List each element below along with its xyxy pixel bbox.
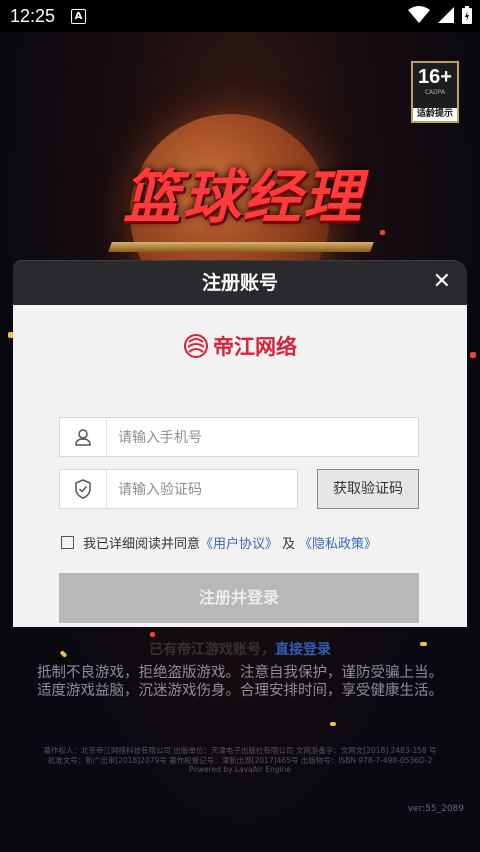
health-advice: 抵制不良游戏，拒绝盗版游戏。注意自我保护，谨防受骗上当。 适度游戏益脑，沉迷游戏… (0, 664, 480, 700)
dialog-body: 帝江网络 获取验证码 我已详细阅读并同意 (13, 305, 467, 658)
logo-underline (108, 242, 374, 252)
age-rating-badge: 16+ CADPA 适龄提示 (411, 61, 459, 123)
footer-line-3: Powered by LavaAir Engine (188, 765, 292, 774)
battery-icon (462, 6, 472, 24)
status-bar: 12:25 A (0, 0, 480, 32)
shield-icon (60, 470, 107, 508)
copyright-footer: 著作权人：北京帝江网络科技有限公司 出版单位：天津电子出版社有限公司 文网游备字… (0, 746, 480, 775)
wifi-icon (408, 6, 430, 23)
register-login-button[interactable]: 注册并登录 (59, 573, 419, 623)
footer-line-2: 批准文号：新广出审[2018]2079号 著作权登记号：津新出游[2017]46… (47, 755, 433, 765)
have-account-row: 已有帝江游戏账号，直接登录 (13, 639, 467, 659)
age-rating: 16+ (418, 66, 452, 88)
direct-login-link[interactable]: 直接登录 (275, 642, 331, 658)
register-dialog: 注册账号 ✕ 帝江网络 请输入手机号 请输入验证码 获取验证码 我已详细阅读并同… (13, 260, 467, 658)
phone-input[interactable] (116, 418, 360, 458)
notification-icon: A (71, 8, 87, 24)
code-field (59, 469, 298, 510)
status-icons (408, 6, 472, 24)
agree-checkbox[interactable] (61, 536, 74, 549)
dialog-title: 注册账号 (201, 272, 278, 294)
status-time: 12:25 (10, 5, 56, 26)
have-account-text: 已有帝江游戏账号， (149, 642, 275, 658)
agree-text: 我已详细阅读并同意 (83, 537, 201, 552)
dialog-header: 注册账号 ✕ (13, 260, 467, 305)
agreement-row: 我已详细阅读并同意 《用户协议》 及 《隐私政策》 (61, 533, 377, 552)
code-input[interactable] (116, 470, 290, 510)
signal-icon (438, 7, 454, 23)
age-tip: 适龄提示 (413, 108, 457, 121)
agree-and: 及 (282, 537, 296, 552)
privacy-policy-link[interactable]: 《隐私政策》 (299, 533, 377, 552)
age-rating-org: CADPA (424, 89, 446, 96)
brand-logo: 帝江网络 (13, 331, 467, 361)
close-icon[interactable]: ✕ (433, 270, 451, 294)
footer-line-1: 著作权人：北京帝江网络科技有限公司 出版单位：天津电子出版社有限公司 文网游备字… (43, 746, 437, 755)
get-code-button[interactable]: 获取验证码 (317, 469, 419, 509)
health-advice-line-2: 适度游戏益脑，沉迷游戏伤身。合理安排时间，享受健康生活。 (37, 683, 443, 699)
health-advice-line-1: 抵制不良游戏，拒绝盗版游戏。注意自我保护，谨防受骗上当。 (37, 665, 443, 681)
version-label: ver:55_2089 (407, 804, 464, 814)
user-agreement-link[interactable]: 《用户协议》 (200, 533, 278, 552)
user-icon (60, 418, 107, 456)
phone-field (59, 417, 419, 458)
game-logo: 篮球经理 (122, 163, 363, 231)
brand-name: 帝江网络 (213, 335, 297, 359)
brand-swirl-icon (184, 334, 208, 358)
